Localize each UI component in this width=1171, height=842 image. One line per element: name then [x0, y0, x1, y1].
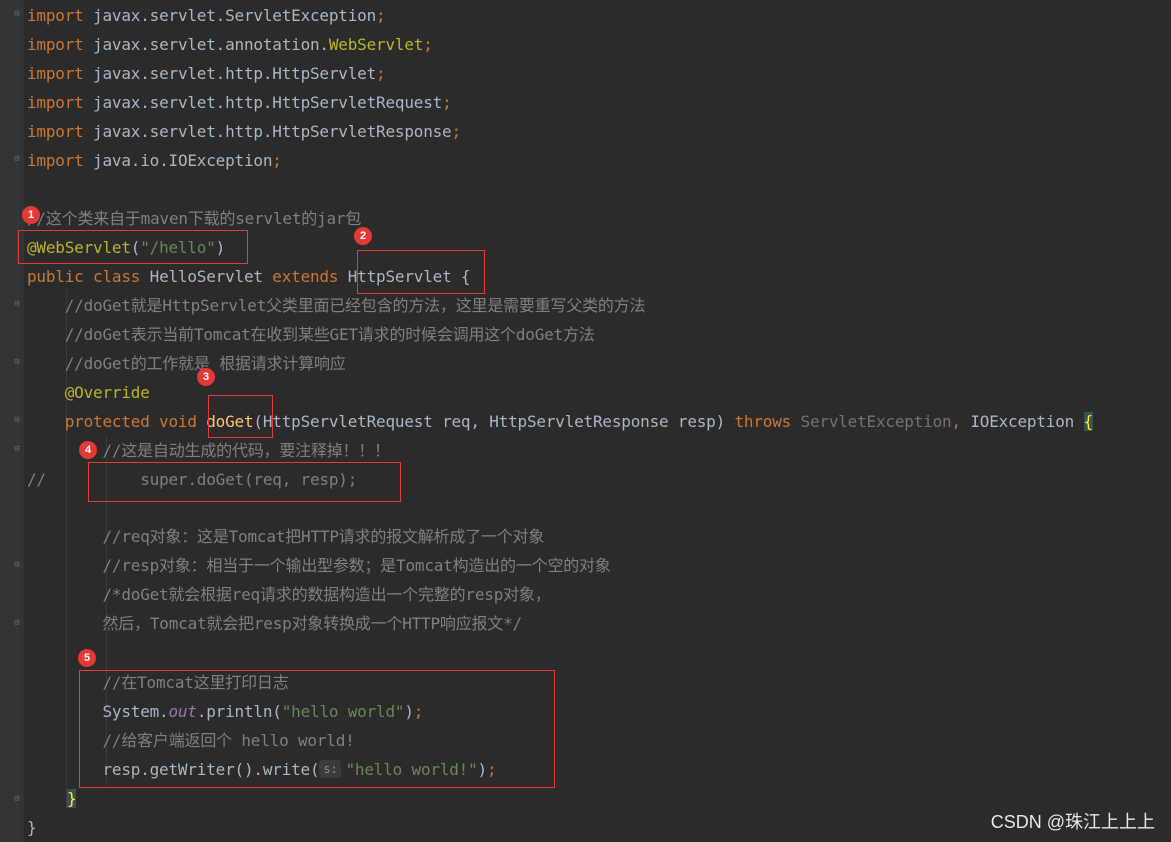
exception-type: ServletException: [800, 412, 952, 431]
keyword: protected void: [27, 412, 207, 431]
badge-5: 5: [78, 649, 96, 667]
code-text: javax.servlet.http.HttpServletResponse: [83, 122, 452, 141]
code-line-comment[interactable]: /*doGet就会根据req请求的数据构造出一个完整的resp对象，: [27, 580, 550, 609]
badge-1: 1: [22, 206, 40, 224]
highlight-box-annotation: [18, 230, 248, 264]
watermark: CSDN @珠江上上上: [990, 812, 1155, 832]
comma: ,: [951, 412, 971, 431]
keyword: import: [27, 93, 84, 112]
code-text: javax.servlet.http.HttpServlet: [83, 64, 377, 83]
method-params: (HttpServletRequest req, HttpServletResp…: [253, 412, 735, 431]
code-line-5[interactable]: import javax.servlet.http.HttpServletRes…: [27, 117, 461, 146]
fold-marker-icon[interactable]: ⊟: [12, 9, 22, 19]
semicolon: ;: [376, 64, 386, 83]
code-line-comment[interactable]: //resp对象：相当于一个输出型参数；是Tomcat构造出的一个空的对象: [27, 551, 610, 580]
keyword: import: [27, 151, 84, 170]
brace: {: [1083, 412, 1093, 431]
keyword: import: [27, 35, 84, 54]
fold-marker-icon[interactable]: ⊟: [12, 299, 22, 309]
code-line-comment[interactable]: //req对象：这是Tomcat把HTTP请求的报文解析成了一个对象: [27, 522, 544, 551]
keyword: import: [27, 6, 84, 25]
code-text: javax.servlet.ServletException: [83, 6, 377, 25]
fold-marker-icon[interactable]: ⊟: [12, 415, 22, 425]
semicolon: ;: [442, 93, 452, 112]
highlight-box-doget: [208, 395, 273, 438]
code-line-comment[interactable]: 然后，Tomcat就会把resp对象转换成一个HTTP响应报文*/: [27, 609, 522, 638]
semicolon: ;: [272, 151, 282, 170]
semicolon: ;: [376, 6, 386, 25]
code-text: javax.servlet.annotation.: [83, 35, 329, 54]
code-line-comment[interactable]: //doGet就是HttpServlet父类里面已经包含的方法，这里是需要重写父…: [27, 291, 646, 320]
brace: }: [27, 818, 37, 837]
exception-type: IOException: [970, 412, 1084, 431]
code-line-method-decl[interactable]: protected void doGet(HttpServletRequest …: [27, 407, 1093, 436]
semicolon: ;: [451, 122, 462, 141]
class-name: HelloServlet: [140, 267, 273, 286]
code-editor[interactable]: ⊟ ⊟ ⊟ ⊟ ⊟ ⊟ ⊟ ⊟ ⊟ import javax.servlet.S…: [0, 0, 1171, 842]
fold-marker-icon[interactable]: ⊟: [12, 154, 22, 164]
fold-marker-icon[interactable]: ⊟: [12, 560, 22, 570]
code-line-comment[interactable]: //doGet表示当前Tomcat在收到某些GET请求的时候会调用这个doGet…: [27, 320, 595, 349]
keyword: throws: [734, 412, 801, 431]
brace: }: [67, 789, 77, 808]
highlight-box-parent-class: [357, 250, 485, 294]
fold-marker-icon[interactable]: ⊟: [12, 618, 22, 628]
badge-2: 2: [354, 227, 372, 245]
code-line-comment[interactable]: //doGet的工作就是 根据请求计算响应: [27, 349, 346, 378]
code-line-comment-class[interactable]: //这个类来自于maven下载的servlet的jar包: [27, 204, 361, 233]
highlight-box-body: [79, 670, 555, 788]
annotation-class: WebServlet: [328, 35, 424, 54]
comment-prefix: //: [27, 470, 46, 489]
code-line-1[interactable]: import javax.servlet.ServletException;: [27, 1, 386, 30]
badge-3: 3: [197, 368, 215, 386]
code-line-6[interactable]: import java.io.IOException;: [27, 146, 282, 175]
badge-4: 4: [79, 441, 97, 459]
highlight-box-super-call: [88, 462, 401, 502]
code-line-3[interactable]: import javax.servlet.http.HttpServlet;: [27, 59, 386, 88]
code-text: java.io.IOException: [83, 151, 273, 170]
fold-marker-icon[interactable]: ⊟: [12, 794, 22, 804]
code-text: javax.servlet.http.HttpServletRequest: [83, 93, 443, 112]
code-line-override[interactable]: @Override: [27, 378, 150, 407]
keyword: import: [27, 122, 84, 141]
keyword: public class: [27, 267, 141, 286]
code-line-4[interactable]: import javax.servlet.http.HttpServletReq…: [27, 88, 452, 117]
keyword: extends: [272, 267, 339, 286]
semicolon: ;: [423, 35, 433, 54]
code-line-close-method[interactable]: }: [67, 784, 77, 813]
code-line-close-class[interactable]: }: [27, 813, 37, 842]
code-line-2[interactable]: import javax.servlet.annotation.WebServl…: [27, 30, 433, 59]
fold-marker-icon[interactable]: ⊟: [12, 357, 22, 367]
keyword: import: [27, 64, 84, 83]
fold-marker-icon[interactable]: ⊟: [12, 444, 22, 454]
